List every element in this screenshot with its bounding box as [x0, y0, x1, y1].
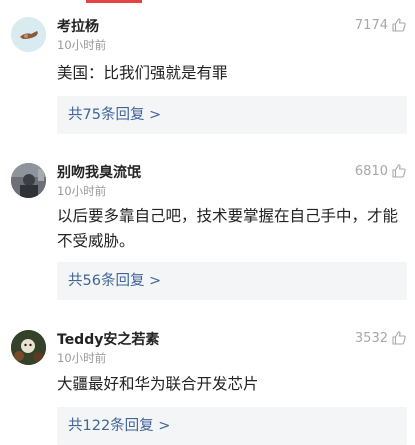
active-tab-indicator [86, 0, 142, 3]
avatar[interactable] [11, 17, 46, 52]
like-button[interactable]: 7174 [355, 17, 407, 33]
comment-text: 以后要多靠自己吧，技术要掌握在自己手中，才能不受威胁。 [57, 207, 399, 250]
comment-text: 美国：比我们强就是有罪 [57, 64, 228, 82]
timestamp: 10小时前 [57, 184, 107, 198]
avatar-image [11, 330, 46, 365]
avatar[interactable] [11, 163, 46, 198]
thumbs-up-icon [392, 164, 406, 178]
comment-text: 大疆最好和华为联合开发芯片 [57, 375, 259, 393]
avatar-image [11, 163, 46, 198]
view-replies-link[interactable]: 共56条回复 > [68, 262, 161, 300]
like-button[interactable]: 3532 [355, 330, 407, 346]
username[interactable]: 考拉杨 [57, 16, 99, 36]
replies-panel[interactable]: 共56条回复 > [57, 262, 407, 300]
like-count: 3532 [354, 330, 388, 346]
like-count: 6810 [354, 163, 388, 179]
thumbs-up-icon [392, 18, 406, 32]
view-replies-link[interactable]: 共75条回复 > [68, 96, 161, 134]
avatar[interactable] [11, 330, 46, 365]
view-replies-link[interactable]: 共122条回复 > [68, 407, 170, 445]
like-button[interactable]: 6810 [355, 163, 407, 179]
thumbs-up-icon [392, 331, 406, 345]
like-count: 7174 [354, 17, 388, 33]
replies-panel[interactable]: 共122条回复 > [57, 407, 407, 445]
avatar-image [11, 17, 46, 52]
replies-panel[interactable]: 共75条回复 > [57, 96, 407, 134]
timestamp: 10小时前 [57, 351, 107, 365]
timestamp: 10小时前 [57, 38, 107, 52]
username[interactable]: 别吻我臭流氓 [57, 162, 141, 182]
username[interactable]: Teddy安之若素 [57, 329, 159, 349]
